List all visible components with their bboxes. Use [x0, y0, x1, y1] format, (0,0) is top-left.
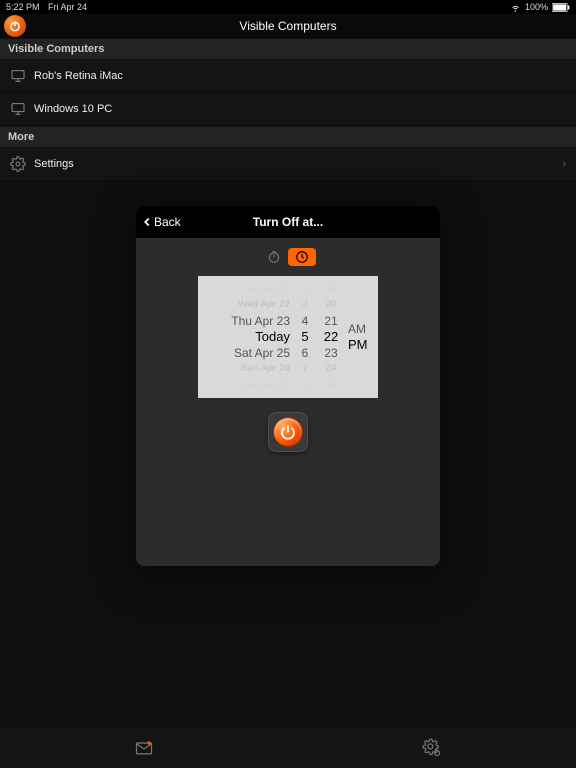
modal-title: Turn Off at...	[136, 215, 440, 229]
back-button[interactable]: Back	[136, 215, 181, 229]
tab-settings[interactable]	[288, 728, 576, 768]
modal-backdrop: Back Turn Off at... Tue Apr 21 Wed Apr 2…	[0, 0, 576, 768]
timer-mode-icon[interactable]	[260, 248, 288, 266]
power-icon	[274, 418, 302, 446]
mode-segment	[136, 238, 440, 272]
back-label: Back	[154, 215, 181, 229]
turn-off-modal: Back Turn Off at... Tue Apr 21 Wed Apr 2…	[136, 206, 440, 566]
app-power-icon[interactable]	[4, 15, 26, 37]
picker-date-column[interactable]: Tue Apr 21 Wed Apr 22 Thu Apr 23 Today S…	[206, 276, 290, 398]
picker-ampm-column[interactable]: AM PM	[348, 276, 372, 398]
datetime-picker[interactable]: Tue Apr 21 Wed Apr 22 Thu Apr 23 Today S…	[198, 276, 378, 398]
tab-mail[interactable]	[0, 728, 288, 768]
clock-mode-icon[interactable]	[288, 248, 316, 266]
confirm-power-button[interactable]	[268, 412, 308, 452]
modal-header: Back Turn Off at...	[136, 206, 440, 238]
tab-bar	[0, 728, 576, 768]
picker-minute-column[interactable]: 19 20 21 22 23 24 25	[320, 276, 342, 398]
picker-hour-column[interactable]: 2 3 4 5 6 7 8	[296, 276, 314, 398]
